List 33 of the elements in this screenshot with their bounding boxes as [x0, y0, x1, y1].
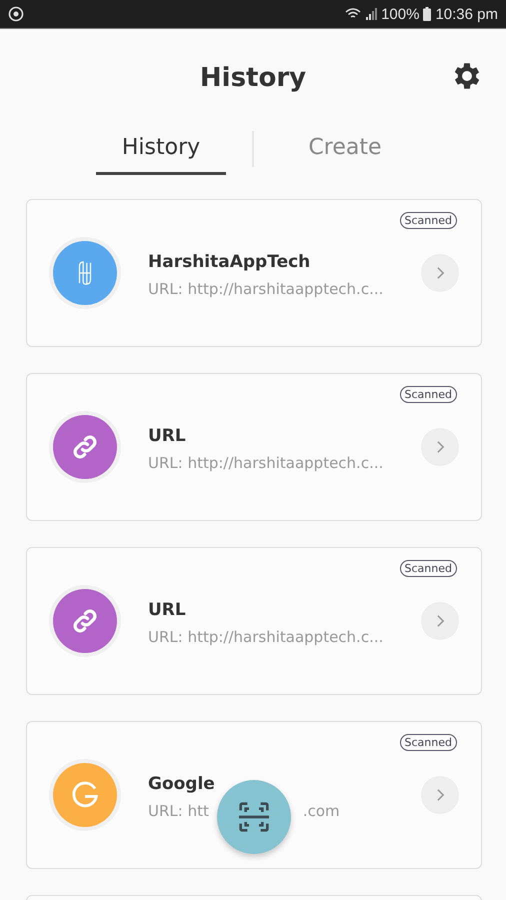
- open-button[interactable]: [421, 428, 459, 466]
- open-button[interactable]: [421, 254, 459, 292]
- scanned-badge: Scanned: [400, 734, 457, 751]
- history-card[interactable]: Scanned HarshitaAppTech URL: http://harshitaapptech.c...: [26, 199, 482, 347]
- item-url: .com: [302, 802, 340, 820]
- signal-icon: [365, 8, 378, 20]
- open-button[interactable]: [421, 602, 459, 640]
- chevron-right-icon: [436, 788, 444, 802]
- item-title: HarshitaAppTech: [148, 252, 312, 272]
- item-title: URL: [148, 426, 187, 446]
- item-url: URL: http://harshitaapptech.c...: [148, 628, 384, 646]
- item-url: URL: htt: [148, 802, 209, 820]
- page-title: History: [200, 63, 306, 93]
- history-card[interactable]: Scanned Google URL: htt .com: [26, 721, 482, 869]
- item-title: URL: [148, 600, 187, 620]
- wifi-icon: [345, 8, 362, 20]
- item-url: URL: http://harshitaapptech.c...: [148, 454, 384, 472]
- battery-icon: [423, 7, 432, 21]
- battery-percent: 100%: [381, 6, 420, 22]
- open-button[interactable]: [421, 776, 459, 814]
- chevron-right-icon: [436, 266, 444, 280]
- history-card[interactable]: Scanned URL URL: http://harshitaapptech.c...: [26, 373, 482, 521]
- chevron-right-icon: [436, 440, 444, 454]
- scanned-badge: Scanned: [400, 212, 457, 229]
- scanned-badge: Scanned: [400, 560, 457, 577]
- history-card[interactable]: Scanned URL URL: http://harshitaapptech.c...: [26, 547, 482, 695]
- scanned-badge: Scanned: [400, 386, 457, 403]
- item-title: Google: [148, 774, 216, 794]
- app-icon: [8, 6, 24, 22]
- tab[interactable]: History: [96, 123, 226, 175]
- clock: 10:36 pm: [435, 6, 498, 22]
- item-url: URL: http://harshitaapptech.c...: [148, 280, 384, 298]
- chevron-right-icon: [436, 614, 444, 628]
